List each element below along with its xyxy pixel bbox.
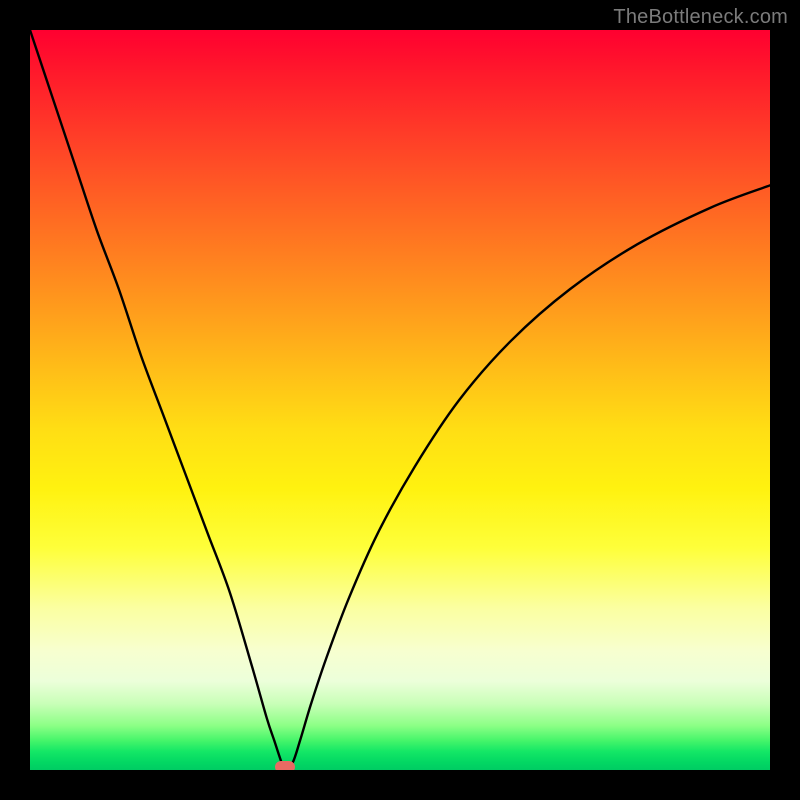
- highlight-marker: [275, 761, 295, 770]
- curve-layer: [30, 30, 770, 770]
- watermark-text: TheBottleneck.com: [613, 6, 788, 29]
- bottleneck-curve: [30, 30, 770, 770]
- chart-frame: TheBottleneck.com: [0, 0, 800, 800]
- plot-area: [30, 30, 770, 770]
